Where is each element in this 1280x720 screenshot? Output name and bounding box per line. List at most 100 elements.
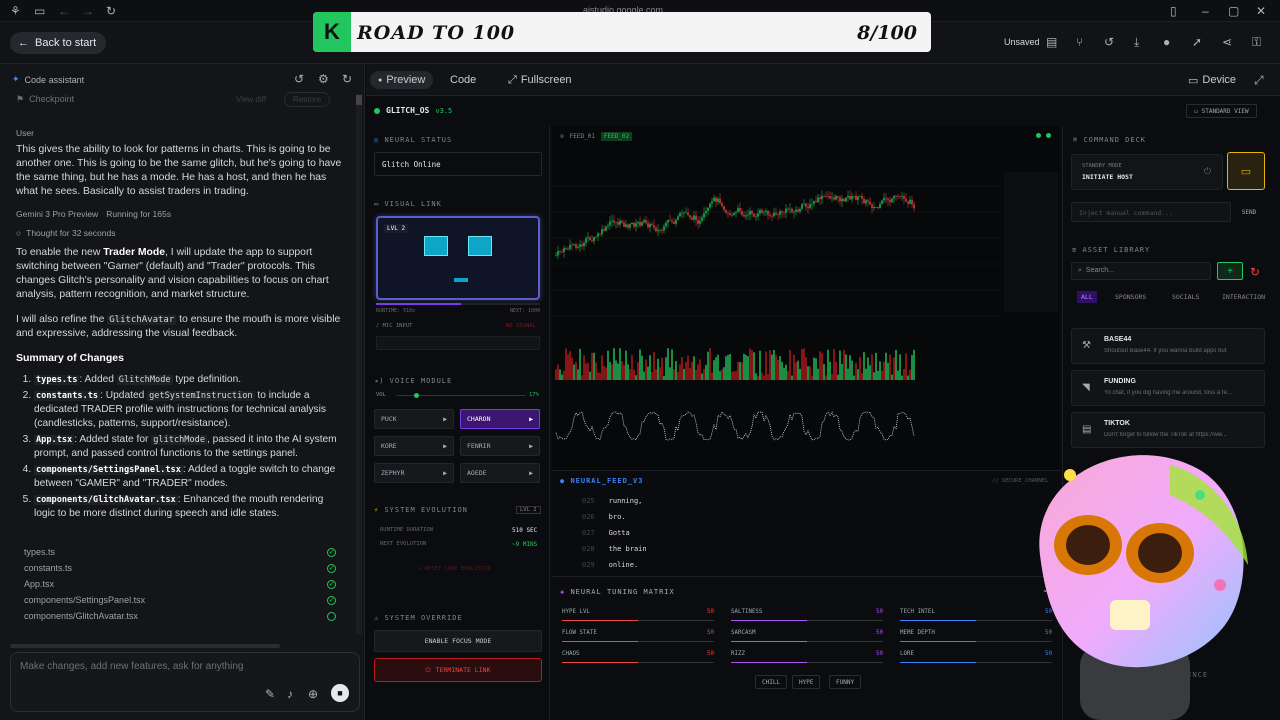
volume-bar — [839, 350, 841, 380]
volume-bar — [791, 375, 793, 380]
back-arrow-icon[interactable]: ← — [58, 4, 70, 18]
focus-mode-button[interactable]: ENABLE FOCUS MODE — [374, 630, 542, 652]
scrollbar[interactable] — [356, 94, 362, 634]
share-icon[interactable]: ⑂ — [1076, 35, 1083, 49]
file-row[interactable]: constants.ts ✓ — [24, 560, 336, 576]
tuning-slider[interactable]: HYPE LVL 50 — [562, 609, 714, 621]
tuning-slider[interactable]: SARCASM 50 — [731, 630, 883, 642]
volume-bar — [775, 354, 777, 380]
tuning-slider[interactable]: RIZZ 50 — [731, 651, 883, 663]
asset-card-funding[interactable]: ◥ FUNDING Yo chat, if you dig having me ar… — [1071, 370, 1265, 406]
microphone-icon[interactable]: ♪ — [287, 687, 293, 701]
tuning-slider[interactable]: CHAOS 50 — [562, 651, 714, 663]
tuning-track[interactable] — [731, 641, 883, 642]
horizontal-scrollbar[interactable] — [10, 644, 280, 648]
history-icon[interactable]: ↺ — [1104, 35, 1114, 49]
lib-tab-socials[interactable]: SOCIALS — [1168, 291, 1203, 303]
history-icon[interactable]: ↺ — [294, 72, 304, 86]
change-code: glitchMode — [151, 435, 207, 445]
back-to-start-button[interactable]: ← Back to start — [10, 32, 107, 54]
stop-icon[interactable]: ■ — [331, 684, 349, 702]
reload-icon[interactable]: ↻ — [106, 4, 116, 18]
prompt-input[interactable]: Make changes, add new features, ask for … — [20, 661, 243, 672]
send-button[interactable]: SEND — [1234, 202, 1264, 222]
expand-icon[interactable]: ⤢ — [1254, 73, 1264, 88]
lib-tab-all[interactable]: ALL — [1077, 291, 1097, 303]
device-button[interactable]: ▭ Device — [1180, 71, 1244, 89]
preset-chill-button[interactable]: CHILL — [755, 675, 788, 689]
tab-preview[interactable]: ● Preview — [370, 71, 434, 89]
minimize-icon[interactable]: – — [1202, 4, 1209, 18]
preset-funny-button[interactable]: FUNNY — [829, 675, 862, 689]
volume-bar — [597, 372, 599, 380]
voice-button-charon[interactable]: CHARON ▶ — [460, 409, 540, 429]
save-icon[interactable]: ▤ — [1046, 35, 1057, 49]
maximize-icon[interactable]: ▢ — [1228, 4, 1239, 18]
share-link-icon[interactable]: ⋖ — [1222, 35, 1232, 49]
tuning-track[interactable] — [562, 662, 714, 663]
key-icon[interactable]: ⚿ — [1252, 35, 1261, 50]
restore-button[interactable]: Restore — [284, 92, 331, 107]
tuning-track[interactable] — [562, 620, 714, 621]
avatar-left-eye — [424, 236, 448, 256]
candle-body — [795, 209, 797, 212]
tuning-track[interactable] — [562, 641, 714, 642]
settings-gear-icon[interactable]: ⚙ — [318, 72, 329, 86]
tab-code-label: Code — [450, 74, 477, 86]
standard-view-button[interactable]: ▭ STANDARD VIEW — [1186, 104, 1257, 118]
terminate-link-button[interactable]: ⏻ TERMINATE LINK — [374, 658, 542, 682]
candle-body — [773, 212, 775, 217]
sidebar-toggle-icon[interactable]: ▭ — [34, 4, 45, 18]
manual-command-input[interactable]: Inject manual command... — [1071, 202, 1231, 222]
preset-hype-button[interactable]: HYPE — [792, 675, 821, 689]
tuning-track[interactable] — [731, 662, 883, 663]
close-icon[interactable]: ✕ — [1256, 4, 1266, 18]
add-asset-button[interactable]: + — [1217, 262, 1243, 280]
tab-fullscreen[interactable]: ⤢ Fullscreen — [500, 71, 580, 89]
voice-button-fenrir[interactable]: FENRIR ▶ — [460, 436, 540, 456]
voice-button-aoede[interactable]: AOEDE ▶ — [460, 463, 540, 483]
volume-bar — [621, 361, 623, 380]
volume-bar — [607, 350, 609, 380]
add-icon[interactable]: ⊕ — [308, 687, 318, 701]
split-view-icon[interactable]: ▯ — [1170, 4, 1177, 18]
tuning-slider[interactable]: FLOW STATE 50 — [562, 630, 714, 642]
view-diff-button[interactable]: View diff — [236, 95, 266, 104]
volume-slider[interactable] — [396, 393, 526, 398]
volume-bar — [661, 357, 663, 380]
github-icon[interactable]: ● — [1163, 35, 1170, 49]
feed-2-tab[interactable]: FEED_02 — [600, 132, 633, 141]
voice-button-puck[interactable]: PUCK ▶ — [374, 409, 454, 429]
lib-tab-sponsors[interactable]: SPONSORS — [1111, 291, 1150, 303]
file-row[interactable]: types.ts ✓ — [24, 544, 336, 560]
tuning-slider[interactable]: SALTINESS 50 — [731, 609, 883, 621]
lib-tab-interaction[interactable]: INTERACTION — [1218, 291, 1269, 303]
asset-search-input[interactable]: ⌕ Search... — [1071, 262, 1211, 280]
voice-button-zephyr[interactable]: ZEPHYR ▶ — [374, 463, 454, 483]
feed-1-tab[interactable]: FEED_01 — [570, 133, 595, 140]
volume-knob[interactable] — [414, 393, 419, 398]
forward-arrow-icon[interactable]: → — [82, 4, 94, 18]
voice-button-kore[interactable]: KORE ▶ — [374, 436, 454, 456]
change-file: components/GlitchAvatar.tsx — [34, 495, 178, 505]
refresh-icon[interactable]: ↻ — [342, 72, 352, 86]
tuning-track[interactable] — [731, 620, 883, 621]
tab-code[interactable]: Code — [442, 71, 484, 89]
initiate-host-card[interactable]: STANDBY MODE INITIATE HOST ⏻ — [1071, 154, 1223, 190]
deploy-icon[interactable]: ➚ — [1192, 35, 1202, 49]
prompt-box[interactable]: Make changes, add new features, ask for … — [10, 652, 360, 712]
volume-bar — [599, 372, 601, 380]
volume-bar — [831, 373, 833, 380]
asset-card-base44[interactable]: ⚒ BASE44 Shoutout Base44. If you wanna bui… — [1071, 328, 1265, 364]
magic-wand-icon[interactable]: ✎ — [265, 687, 275, 701]
candle-body — [867, 200, 869, 202]
thought-row[interactable]: ○ Thought for 32 seconds — [16, 228, 346, 238]
candle-body — [823, 196, 825, 197]
reset-evolution-button[interactable]: ↻ RESET CORE EVOLUTION — [418, 566, 491, 572]
chat-toggle-button[interactable]: ▭ — [1227, 152, 1265, 190]
file-row[interactable]: App.tsx ✓ — [24, 576, 336, 592]
file-row[interactable]: components/GlitchAvatar.tsx — [24, 608, 336, 624]
refresh-icon[interactable]: ↻ — [1250, 265, 1260, 279]
download-icon[interactable]: ⤓ — [1134, 35, 1139, 50]
file-row[interactable]: components/SettingsPanel.tsx ✓ — [24, 592, 336, 608]
